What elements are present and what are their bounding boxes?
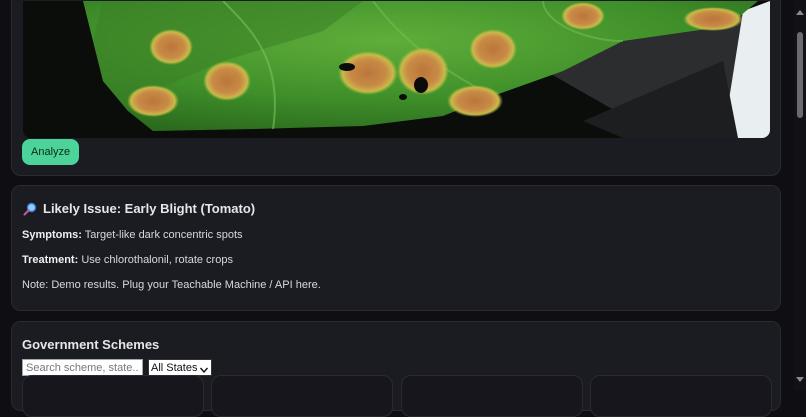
scheme-card[interactable] bbox=[590, 375, 772, 417]
demo-note: Note: Demo results. Plug your Teachable … bbox=[22, 279, 321, 291]
diagnosis-result-card: Likely Issue: Early Blight (Tomato) Symp… bbox=[11, 185, 781, 311]
scheme-search-input[interactable] bbox=[22, 359, 143, 376]
symptoms-value: Target-like dark concentric spots bbox=[84, 229, 243, 241]
image-preview-card: Analyze bbox=[11, 0, 781, 176]
treatment-label: Treatment: bbox=[22, 254, 79, 266]
page-scrollbar[interactable] bbox=[794, 0, 806, 390]
treatment-value: Use chlorothalonil, rotate crops bbox=[81, 254, 233, 266]
schemes-title: Government Schemes bbox=[22, 337, 160, 352]
treatment-line: Treatment: Use chlorothalonil, rotate cr… bbox=[22, 254, 233, 266]
state-select-value: All States bbox=[151, 361, 198, 374]
leaf-photo bbox=[23, 1, 770, 138]
state-select[interactable]: All States bbox=[148, 359, 213, 376]
symptoms-label: Symptoms: bbox=[22, 229, 82, 241]
scroll-down-icon[interactable] bbox=[796, 370, 804, 388]
analyze-button[interactable]: Analyze bbox=[22, 139, 80, 165]
leaf-image bbox=[23, 1, 770, 138]
scrollbar-thumb[interactable] bbox=[797, 32, 803, 118]
result-heading: Likely Issue: Early Blight (Tomato) bbox=[23, 201, 255, 216]
scroll-up-icon[interactable] bbox=[796, 2, 804, 20]
chevron-down-icon bbox=[200, 364, 209, 376]
result-title: Likely Issue: Early Blight (Tomato) bbox=[43, 201, 256, 216]
scheme-card[interactable] bbox=[22, 375, 204, 417]
scheme-card[interactable] bbox=[211, 375, 393, 417]
government-schemes-card: Government Schemes All States bbox=[11, 321, 781, 417]
scheme-card[interactable] bbox=[401, 375, 583, 417]
symptoms-line: Symptoms: Target-like dark concentric sp… bbox=[22, 229, 243, 241]
magnifier-icon bbox=[23, 202, 37, 216]
